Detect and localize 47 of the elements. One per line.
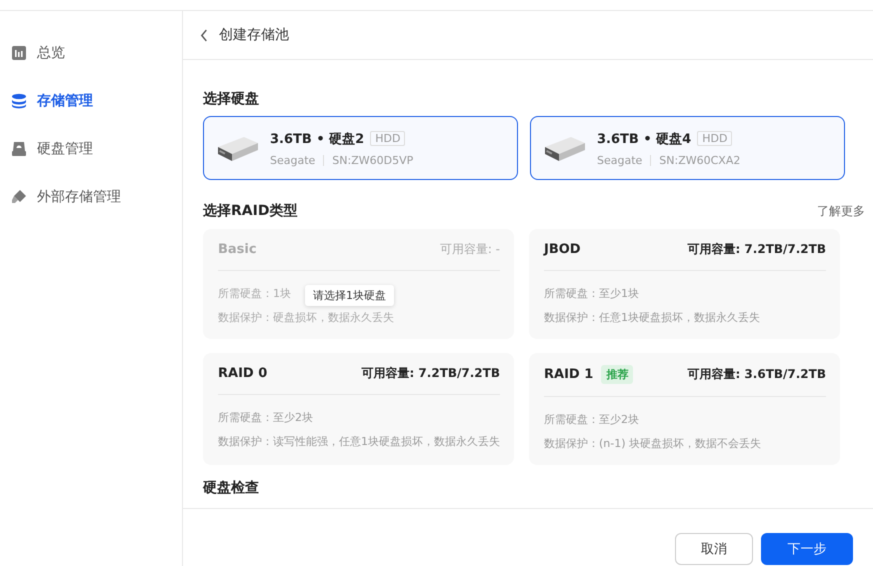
protection-text: 数据保护：读写性能强，任意1块硬盘损坏，数据永久丢失 [218, 434, 500, 450]
recommended-badge: 推荐 [601, 365, 634, 384]
section-title: 选择硬盘 [203, 90, 260, 109]
section-title: 硬盘检查 [203, 479, 260, 498]
disk-vendor: Seagate [270, 154, 316, 166]
protection-text: 数据保护：(n-1) 块硬盘损坏，数据不会丢失 [544, 436, 762, 452]
cancel-button[interactable]: 取消 [675, 533, 753, 565]
next-button[interactable]: 下一步 [761, 533, 853, 565]
raid-name: RAID 1 [544, 367, 594, 382]
disk-vendor: Seagate [597, 154, 642, 166]
learn-more-link[interactable]: 了解更多 [817, 202, 865, 220]
capacity-text: 可用容量: 7.2TB/7.2TB [687, 241, 826, 258]
disk-type-tag: HDD [370, 131, 406, 146]
raid-option-card[interactable]: RAID 0 可用容量: 7.2TB/7.2TB 所需硬盘：至少2块 数据保护：读写性能强，任意1块硬盘损坏，数据永久丢失 [203, 353, 514, 465]
capacity-text: 可用容量: - [440, 241, 500, 258]
disk-title: 3.6TB • 硬盘2 [270, 130, 364, 148]
section-title: 选择RAID类型 [203, 202, 298, 221]
disk-serial: SN:ZW60D5VP [332, 154, 414, 166]
raid-name: RAID 0 [218, 366, 268, 381]
requirement-text: 所需硬盘：至少2块 [544, 412, 639, 428]
sidebar-item[interactable]: 存储管理 [0, 77, 182, 125]
capacity-text: 可用容量: 3.6TB/7.2TB [687, 366, 826, 383]
disk-title: 3.6TB • 硬盘4 [597, 130, 692, 148]
disk-card[interactable]: 3.6TB • 硬盘4 HDD Seagate SN:ZW60CXA2 [530, 116, 845, 180]
sidebar-item[interactable]: 外部存储管理 [0, 173, 182, 221]
requirement-text: 所需硬盘：1块 [218, 286, 291, 302]
capacity-text: 可用容量: 7.2TB/7.2TB [361, 365, 500, 382]
eraser-icon [11, 189, 27, 205]
disk-type-tag: HDD [697, 131, 732, 146]
disk-serial: SN:ZW60CXA2 [659, 154, 740, 166]
sidebar-item[interactable]: 总览 [0, 29, 182, 77]
chart-icon [11, 45, 27, 61]
raid-option-card[interactable]: RAID 1 推荐 可用容量: 3.6TB/7.2TB 所需硬盘：至少2块 数据保护：(n-1) 块硬盘损坏，数据不会丢失 [529, 353, 840, 465]
protection-text: 数据保护：硬盘损坏，数据永久丢失 [218, 310, 395, 326]
database-icon [11, 93, 27, 109]
raid-option-card[interactable]: JBOD 可用容量: 7.2TB/7.2TB 所需硬盘：至少1块 数据保护：任意1块硬盘损坏，数据永久丢失 [529, 229, 840, 339]
tooltip: 请选择1块硬盘 [305, 285, 394, 306]
disk-card[interactable]: 3.6TB • 硬盘2 HDD Seagate SN:ZW60D5VP [203, 116, 518, 180]
page-title: 创建存储池 [219, 26, 289, 44]
sidebar-item[interactable]: 硬盘管理 [0, 125, 182, 173]
requirement-text: 所需硬盘：至少2块 [218, 410, 313, 426]
protection-text: 数据保护：任意1块硬盘损坏，数据永久丢失 [544, 310, 761, 326]
drive-icon [11, 141, 27, 157]
raid-name: JBOD [544, 242, 581, 257]
back-icon[interactable] [200, 28, 209, 42]
requirement-text: 所需硬盘：至少1块 [544, 286, 639, 302]
raid-name: Basic [218, 242, 257, 257]
